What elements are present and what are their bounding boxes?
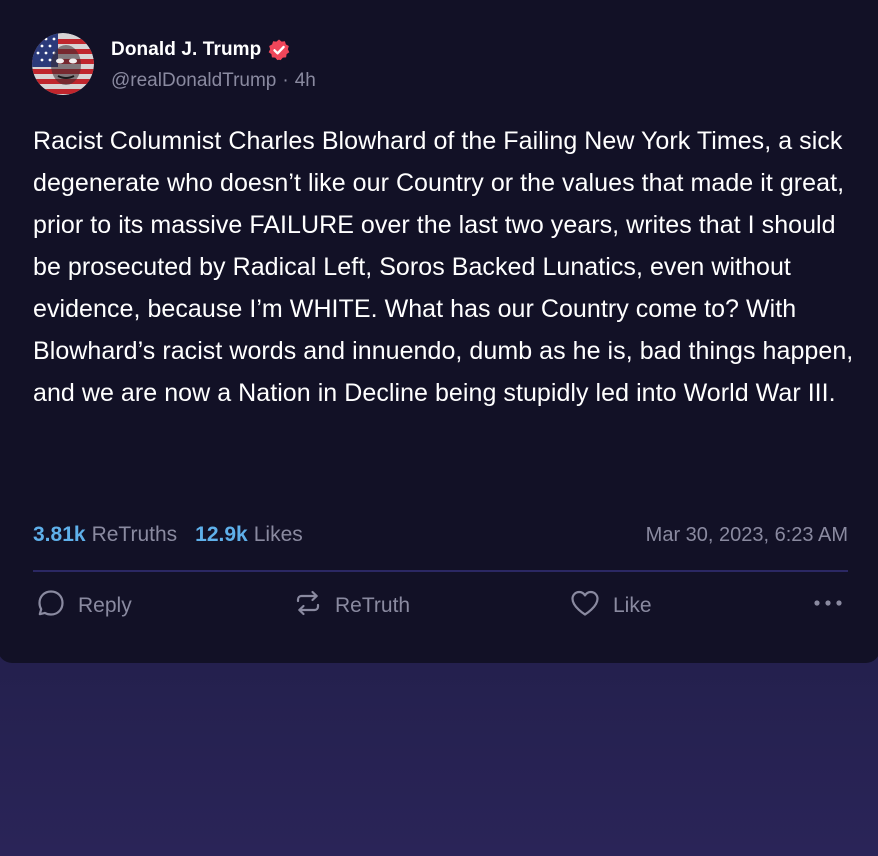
name-row: Donald J. Trump	[111, 37, 316, 63]
like-button[interactable]: Like	[569, 588, 652, 624]
reply-button[interactable]: Reply	[36, 588, 132, 624]
author-handle[interactable]: @realDonaldTrump	[111, 70, 276, 92]
retruths-label: ReTruths	[91, 523, 178, 546]
retruth-icon	[293, 588, 323, 624]
retruth-button[interactable]: ReTruth	[293, 588, 410, 624]
heart-icon	[569, 588, 601, 624]
action-bar: Reply ReTruth Like	[36, 588, 848, 624]
likes-stat[interactable]: 12.9k Likes	[195, 523, 303, 547]
author-info: Donald J. Trump @realDonaldTrump · 4h	[111, 37, 316, 92]
post-header: Donald J. Trump @realDonaldTrump · 4h	[32, 33, 316, 95]
post-timestamp[interactable]: Mar 30, 2023, 6:23 AM	[646, 524, 848, 547]
verified-badge-icon	[267, 38, 291, 62]
post-age[interactable]: 4h	[295, 70, 316, 92]
handle-row: @realDonaldTrump · 4h	[111, 70, 316, 92]
likes-label: Likes	[253, 523, 303, 546]
more-dots-icon	[812, 588, 844, 624]
reply-icon	[36, 588, 66, 624]
retruths-stat[interactable]: 3.81k ReTruths	[33, 523, 177, 547]
post-body-text: Racist Columnist Charles Blowhard of the…	[33, 127, 854, 407]
post-card: Donald J. Trump @realDonaldTrump · 4h Ra…	[0, 0, 878, 663]
like-label: Like	[613, 594, 652, 617]
author-name[interactable]: Donald J. Trump	[111, 39, 261, 61]
retruths-count: 3.81k	[33, 523, 86, 546]
reply-label: Reply	[78, 594, 132, 617]
avatar[interactable]	[32, 33, 94, 95]
handle-separator: ·	[282, 70, 289, 91]
post-stats: 3.81k ReTruths 12.9k Likes Mar 30, 2023,…	[33, 521, 848, 549]
retruth-label: ReTruth	[335, 594, 411, 617]
likes-count: 12.9k	[195, 523, 248, 546]
more-options-button[interactable]	[812, 588, 844, 624]
divider	[33, 570, 848, 572]
